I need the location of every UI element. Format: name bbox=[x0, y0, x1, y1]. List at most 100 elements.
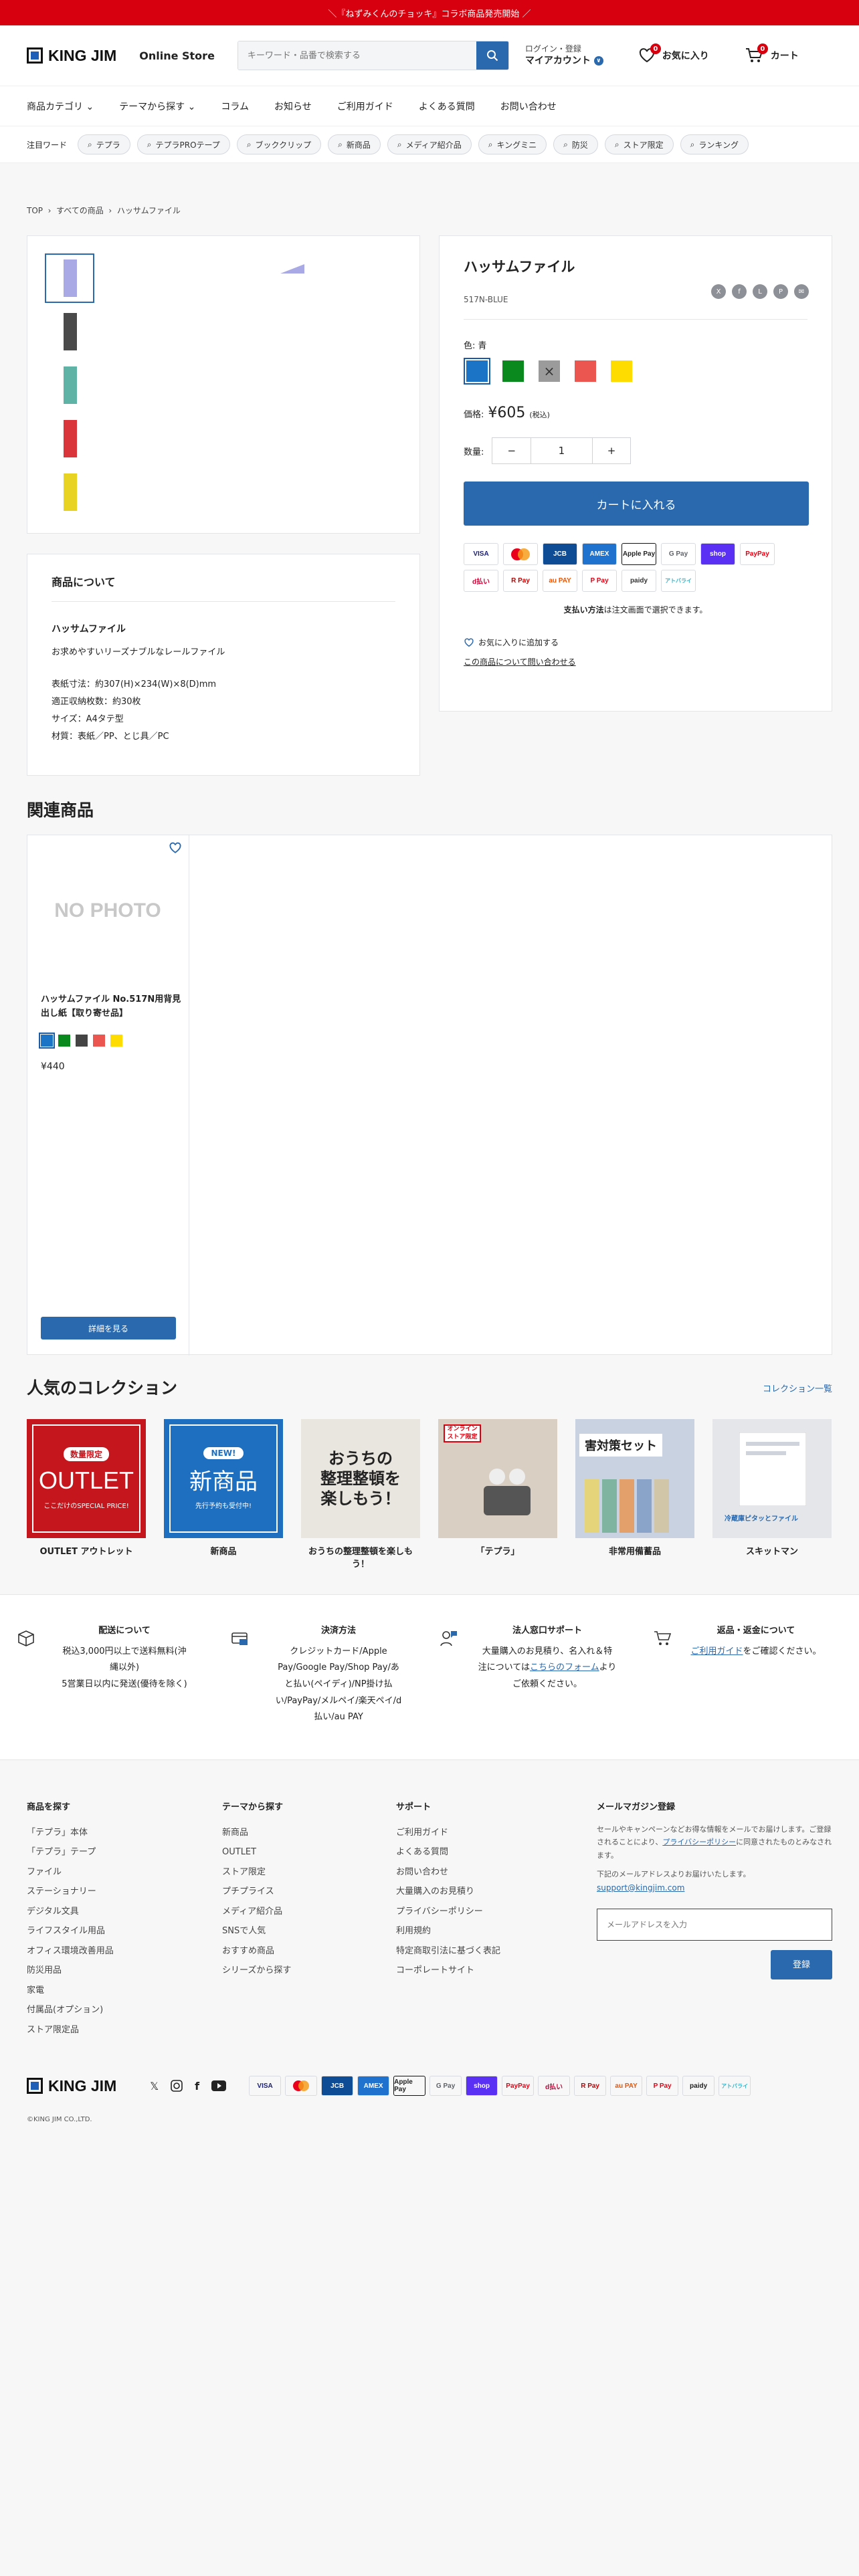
x-share-icon[interactable]: X bbox=[711, 284, 726, 299]
footer-link[interactable]: 大量購入のお見積り bbox=[396, 1882, 500, 1902]
collection-card-disaster[interactable]: 害対策セット 非常用備蓄品 bbox=[575, 1419, 694, 1559]
add-to-cart-button[interactable]: カートに入れる bbox=[464, 481, 809, 526]
form-link[interactable]: こちらのフォーム bbox=[530, 1662, 599, 1673]
footer-logo[interactable]: KING JIM bbox=[27, 2077, 116, 2095]
footer-link[interactable]: ストア限定 bbox=[222, 1862, 291, 1883]
inquiry-link[interactable]: この商品について問い合わせる bbox=[464, 656, 807, 667]
swatch-blue[interactable] bbox=[39, 1033, 55, 1049]
collection-card-organize[interactable]: おうちの 整理整頓を 楽しもう！ おうちの整理整頓を楽しもう！ bbox=[301, 1419, 420, 1572]
gallery-thumb[interactable] bbox=[45, 360, 94, 410]
gallery-thumb[interactable] bbox=[45, 467, 94, 517]
add-favorite-link[interactable]: お気に入りに追加する bbox=[464, 637, 807, 648]
collection-card-tepra[interactable]: オンラインストア限定 「テプラ」 bbox=[438, 1419, 557, 1559]
keyword-chip[interactable]: ⌕ キングミニ bbox=[478, 134, 547, 154]
nav-item-theme[interactable]: テーマから探す ⌄ bbox=[119, 100, 195, 113]
breadcrumb-link[interactable]: TOP bbox=[27, 206, 43, 215]
pinterest-share-icon[interactable]: P bbox=[773, 284, 788, 299]
swatch-yellow[interactable] bbox=[110, 1035, 122, 1047]
footer-link[interactable]: ステーショナリー bbox=[27, 1882, 114, 1902]
swatch-gray-soldout[interactable]: × bbox=[536, 358, 563, 385]
my-account-label[interactable]: マイアカウント bbox=[525, 56, 591, 66]
swatch-green[interactable] bbox=[500, 358, 527, 385]
wishlist-link[interactable]: 0 お気に入り bbox=[638, 43, 709, 64]
newsletter-email-input[interactable] bbox=[597, 1909, 832, 1941]
facebook-share-icon[interactable]: f bbox=[732, 284, 747, 299]
instagram-icon[interactable] bbox=[171, 2080, 183, 2092]
announcement-bar[interactable]: ＼『ねずみくんのチョッキ』コラボ商品発売開始 ／ bbox=[0, 0, 859, 25]
footer-link[interactable]: 「テプラ」本体 bbox=[27, 1823, 114, 1843]
keyword-chip[interactable]: ⌕ テプラPROテープ bbox=[136, 134, 230, 154]
footer-link[interactable]: 防災用品 bbox=[27, 1961, 114, 1981]
keyword-chip[interactable]: ⌕ 新商品 bbox=[328, 134, 381, 154]
account-menu[interactable]: ログイン・登録 マイアカウント ∨ bbox=[525, 43, 603, 67]
footer-link[interactable]: ファイル bbox=[27, 1862, 114, 1883]
keyword-chip[interactable]: ⌕ ストア限定 bbox=[604, 134, 674, 154]
footer-link[interactable]: おすすめ商品 bbox=[222, 1941, 291, 1961]
footer-link[interactable]: 「テプラ」テープ bbox=[27, 1842, 114, 1862]
cart-link[interactable]: 0 カート bbox=[745, 43, 799, 64]
collection-card-skittoman[interactable]: 冷蔵庫ピタッとファイル スキットマン bbox=[712, 1419, 832, 1559]
collection-card-new[interactable]: NEW! 新商品 先行予約も受付中! 新商品 bbox=[164, 1419, 283, 1559]
quantity-input[interactable]: 1 bbox=[531, 438, 593, 463]
view-details-button[interactable]: 詳細を見る bbox=[41, 1317, 176, 1339]
line-share-icon[interactable]: L bbox=[753, 284, 767, 299]
footer-link[interactable]: よくある質問 bbox=[396, 1842, 500, 1862]
gallery-thumb[interactable] bbox=[45, 307, 94, 356]
footer-link[interactable]: ライフスタイル用品 bbox=[27, 1921, 114, 1941]
footer-link[interactable]: SNSで人気 bbox=[222, 1921, 291, 1941]
keyword-chip[interactable]: ⌕ テプラ bbox=[78, 134, 130, 154]
heart-icon[interactable] bbox=[169, 842, 182, 854]
nav-item-contact[interactable]: お問い合わせ bbox=[500, 100, 557, 113]
footer-link[interactable]: コーポレートサイト bbox=[396, 1961, 500, 1981]
footer-link[interactable]: 利用規約 bbox=[396, 1921, 500, 1941]
guide-link[interactable]: ご利用ガイド bbox=[690, 1646, 743, 1656]
footer-link[interactable]: シリーズから探す bbox=[222, 1961, 291, 1981]
keyword-chip[interactable]: ⌕ 防災 bbox=[553, 134, 598, 154]
youtube-icon[interactable] bbox=[211, 2080, 227, 2091]
footer-link[interactable]: OUTLET bbox=[222, 1842, 291, 1862]
swatch-red[interactable] bbox=[572, 358, 599, 385]
swatch-black[interactable] bbox=[76, 1035, 88, 1047]
search-box[interactable] bbox=[237, 41, 509, 70]
footer-link[interactable]: 新商品 bbox=[222, 1823, 291, 1843]
x-icon[interactable]: 𝕏 bbox=[150, 2080, 159, 2092]
plus-icon[interactable]: + bbox=[593, 438, 631, 463]
swatch-green[interactable] bbox=[58, 1035, 70, 1047]
footer-link[interactable]: オフィス環境改善用品 bbox=[27, 1941, 114, 1961]
keyword-chip[interactable]: ⌕ ランキング bbox=[680, 134, 749, 154]
swatch-yellow[interactable] bbox=[608, 358, 635, 385]
nav-item-guide[interactable]: ご利用ガイド bbox=[337, 100, 393, 113]
footer-link[interactable]: 付属品(オプション) bbox=[27, 2000, 114, 2020]
support-email-link[interactable]: support@kingjim.com bbox=[597, 1881, 832, 1896]
collection-card-outlet[interactable]: 数量限定 OUTLET ここだけのSPECIAL PRICE! OUTLET ア… bbox=[27, 1419, 146, 1559]
nav-item-column[interactable]: コラム bbox=[221, 100, 249, 113]
footer-link[interactable]: ストア限定品 bbox=[27, 2020, 114, 2040]
mail-share-icon[interactable]: ✉ bbox=[794, 284, 809, 299]
search-button[interactable] bbox=[476, 41, 508, 70]
privacy-policy-link[interactable]: プライバシーポリシー bbox=[662, 1838, 736, 1846]
footer-link[interactable]: ご利用ガイド bbox=[396, 1823, 500, 1843]
collections-all-link[interactable]: コレクション一覧 bbox=[763, 1382, 832, 1394]
breadcrumb-link[interactable]: すべての商品 bbox=[56, 206, 104, 215]
footer-link[interactable]: お問い合わせ bbox=[396, 1862, 500, 1883]
account-login-link[interactable]: ログイン・登録 bbox=[525, 43, 603, 54]
footer-link[interactable]: 家電 bbox=[27, 1981, 114, 2001]
footer-link[interactable]: プチプライス bbox=[222, 1882, 291, 1902]
related-product-name[interactable]: ハッサムファイル No.517N用背見出し紙【取り寄せ品】 bbox=[41, 993, 181, 1021]
search-input[interactable] bbox=[237, 41, 476, 70]
footer-link[interactable]: デジタル文具 bbox=[27, 1902, 114, 1922]
facebook-icon[interactable]: f bbox=[195, 2080, 199, 2092]
related-product-card[interactable]: NO PHOTO ハッサムファイル No.517N用背見出し紙【取り寄せ品】 ¥… bbox=[27, 835, 189, 1356]
nav-item-news[interactable]: お知らせ bbox=[274, 100, 312, 113]
nav-item-faq[interactable]: よくある質問 bbox=[419, 100, 475, 113]
brand-logo[interactable]: KING JIM bbox=[27, 47, 116, 65]
footer-link[interactable]: プライバシーポリシー bbox=[396, 1902, 500, 1922]
gallery-thumb[interactable] bbox=[45, 414, 94, 463]
keyword-chip[interactable]: ⌕ メディア紹介品 bbox=[387, 134, 472, 154]
newsletter-submit-button[interactable]: 登録 bbox=[771, 1950, 832, 1980]
gallery-thumb[interactable] bbox=[45, 253, 94, 303]
swatch-red[interactable] bbox=[93, 1035, 105, 1047]
swatch-blue[interactable] bbox=[464, 358, 490, 385]
footer-link[interactable]: 特定商取引法に基づく表記 bbox=[396, 1941, 500, 1961]
minus-icon[interactable]: − bbox=[492, 438, 531, 463]
